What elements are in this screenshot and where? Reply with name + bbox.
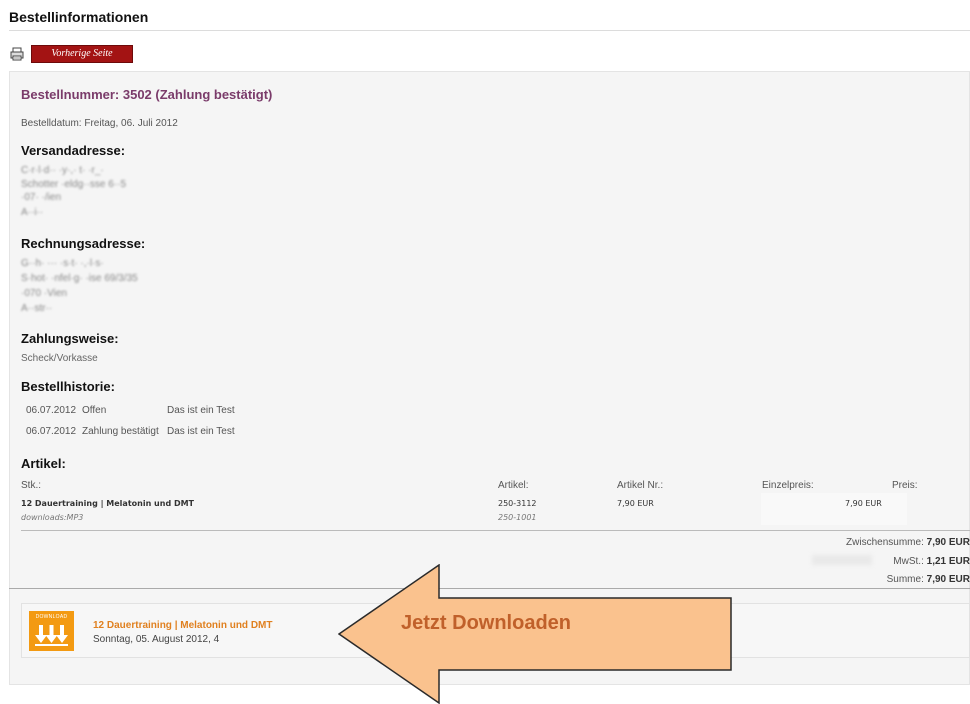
article-subcode: 250-1001 xyxy=(498,513,537,522)
download-callout-text: Jetzt Downloaden xyxy=(401,612,572,634)
tax-label: MwSt.: xyxy=(893,556,924,567)
history-row: 06.07.2012 Zahlung bestätigt Das ist ein… xyxy=(26,426,235,437)
history-row: 06.07.2012 Offen Das ist ein Test xyxy=(26,405,235,416)
download-icon[interactable]: DOWNLOAD xyxy=(29,611,74,651)
order-number-title: Bestellnummer: 3502 (Zahlung bestätigt) xyxy=(21,87,273,102)
column-price: Preis: xyxy=(892,480,918,491)
shipping-address-line: ·07· ·/ien xyxy=(21,192,62,203)
redacted-text xyxy=(812,555,872,565)
history-date: 06.07.2012 xyxy=(26,426,77,437)
history-status: Zahlung bestätigt xyxy=(82,426,159,437)
history-heading: Bestellhistorie: xyxy=(21,379,115,394)
shipping-heading: Versandadresse: xyxy=(21,143,126,158)
billing-address-line: G··h· ··· ·s·t· ·,·l·s· xyxy=(21,258,104,269)
title-divider xyxy=(9,30,970,31)
total-row: Summe: 7,90 EUR xyxy=(887,574,970,585)
billing-address-line: S·hot· ·nfel·g· ·ise 69/3/35 xyxy=(21,273,138,284)
article-format: downloads:MP3 xyxy=(21,513,84,522)
total-label: Summe: xyxy=(886,574,924,585)
download-arrows-icon xyxy=(35,625,68,646)
article-name: 12 Dauertraining | Melatonin und DMT xyxy=(21,499,195,508)
total-value: 7,90 EUR xyxy=(926,574,970,585)
page-title: Bestellinformationen xyxy=(9,9,149,25)
billing-heading: Rechnungsadresse: xyxy=(21,236,146,251)
shipping-address-line: C·r·l·d·· ·y·,· t· ·r_· xyxy=(21,165,104,176)
download-link[interactable]: 12 Dauertraining | Melatonin und DMT xyxy=(93,620,272,631)
payment-heading: Zahlungsweise: xyxy=(21,331,119,346)
article-price: 7,90 EUR xyxy=(845,499,882,508)
column-article-no: Artikel Nr.: xyxy=(617,480,664,491)
billing-address-line: A··str·· xyxy=(21,303,53,314)
download-date: Sonntag, 05. August 2012, 4 xyxy=(93,634,220,645)
tax-value: 1,21 EUR xyxy=(926,556,970,567)
tax-row: MwSt.: 1,21 EUR xyxy=(893,556,970,567)
printer-icon[interactable] xyxy=(10,47,24,61)
articles-divider xyxy=(21,530,970,531)
history-comment: Das ist ein Test xyxy=(167,426,235,437)
unit-price-cell xyxy=(761,493,907,525)
history-date: 06.07.2012 xyxy=(26,405,77,416)
column-unit-price: Einzelpreis: xyxy=(762,480,814,491)
shipping-address-line: A··i·· xyxy=(21,207,44,218)
subtotal-value: 7,90 EUR xyxy=(926,537,970,548)
billing-address-line: ·070 ·Vien xyxy=(21,288,67,299)
order-date: Bestelldatum: Freitag, 06. Juli 2012 xyxy=(21,118,178,129)
article-number: 7,90 EUR xyxy=(617,499,654,508)
subtotal-row: Zwischensumme: 7,90 EUR xyxy=(846,537,970,548)
previous-page-button[interactable]: Vorherige Seite xyxy=(31,45,133,63)
payment-method: Scheck/Vorkasse xyxy=(21,353,98,364)
subtotal-label: Zwischensumme: xyxy=(846,537,924,548)
shipping-address-line: Schotter ·eldg··sse 6··5 xyxy=(21,179,127,190)
column-qty: Stk.: xyxy=(21,480,42,491)
articles-heading: Artikel: xyxy=(21,456,66,471)
history-comment: Das ist ein Test xyxy=(167,405,235,416)
history-status: Offen xyxy=(82,405,107,416)
article-code: 250-3112 xyxy=(498,499,537,508)
column-article: Artikel: xyxy=(498,480,529,491)
